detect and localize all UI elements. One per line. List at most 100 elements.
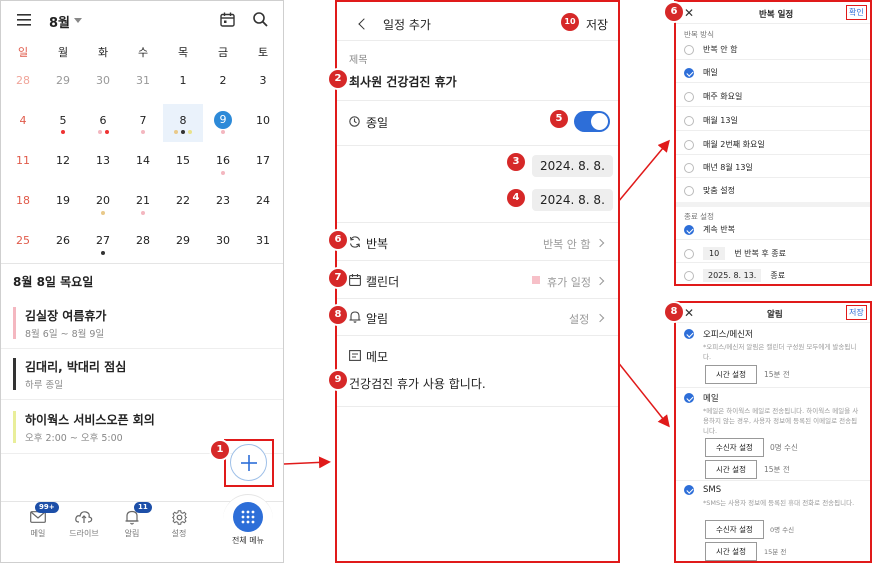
back-icon[interactable] [358, 18, 370, 30]
alarm-dialog-title: 알림 [767, 310, 783, 320]
repeat-count-input[interactable]: 10 [703, 247, 726, 260]
divider [676, 154, 870, 155]
toggle-knob [591, 113, 608, 130]
end-date-input[interactable]: 2025. 8. 13. [703, 269, 762, 282]
chevron-right-icon [595, 313, 605, 323]
step-marker: 2 [329, 70, 347, 88]
recipient-setting-button[interactable]: 수신자 설정 [705, 520, 764, 539]
divider [337, 40, 618, 41]
radio-button[interactable] [684, 44, 694, 55]
option-label: 계속 반복 [703, 225, 735, 234]
end-option[interactable]: 계속 반복 [684, 224, 735, 235]
repeat-option[interactable]: 반복 안 함 [684, 44, 738, 55]
checkbox-checked[interactable] [684, 393, 694, 403]
step-marker: 10 [561, 13, 579, 31]
divider [676, 59, 870, 60]
repeat-option[interactable]: 매월 2번째 화요일 [684, 139, 765, 150]
radio-button[interactable] [684, 185, 694, 196]
alarm-description: *SMS는 사용자 정보에 등록된 휴대 전화로 전송됩니다. [703, 499, 855, 507]
save-button[interactable]: 저장 [846, 305, 867, 320]
close-icon[interactable]: ✕ [684, 307, 694, 319]
radio-button[interactable] [684, 115, 694, 126]
subject-label: 제목 [349, 55, 368, 66]
allday-toggle[interactable] [574, 111, 610, 132]
confirm-button[interactable]: 확인 [846, 5, 867, 20]
step-marker: 4 [507, 189, 525, 207]
checkbox-checked[interactable] [684, 485, 694, 495]
close-icon[interactable]: ✕ [684, 7, 694, 19]
step-marker: 8 [665, 303, 683, 321]
repeat-option[interactable]: 매월 13일 [684, 115, 738, 126]
memo-label: 메모 [366, 350, 389, 364]
recipient-setting-button[interactable]: 수신자 설정 [705, 438, 764, 457]
subject-input[interactable]: 최사원 건강검진 휴가 [349, 73, 457, 90]
calendar-color-swatch [532, 276, 540, 284]
alarm-description: *메일은 하이웍스 메일로 전송됩니다. 하이웍스 메일을 사용하지 않는 경우… [703, 407, 859, 435]
divider [337, 145, 618, 146]
step-marker: 1 [211, 441, 229, 459]
time-note: 15분 전 [764, 548, 787, 556]
add-event-screen: 일정 추가 저장 제목 최사원 건강검진 휴가 종일 2024. 8. 8. 2… [335, 0, 620, 563]
end-setting-label: 종료 설정 [684, 212, 714, 221]
divider [337, 335, 618, 336]
checkbox-checked[interactable] [684, 329, 694, 339]
option-label: 번 반복 후 종료 [734, 249, 786, 258]
chevron-right-icon [595, 238, 605, 248]
allday-label: 종일 [366, 116, 389, 130]
option-label: 매주 화요일 [703, 92, 743, 101]
option-label: 매년 8월 13일 [703, 163, 753, 172]
divider [676, 23, 870, 24]
divider [337, 406, 618, 407]
radio-button[interactable] [684, 270, 694, 281]
step-marker: 6 [329, 231, 347, 249]
repeat-option[interactable]: 매일 [684, 67, 718, 78]
divider [337, 260, 618, 261]
bell-icon [349, 311, 361, 323]
radio-button-checked[interactable] [684, 67, 694, 78]
time-note: 15분 전 [764, 370, 790, 379]
repeat-method-label: 반복 방식 [684, 30, 714, 39]
repeat-label: 반복 [366, 237, 389, 251]
step-marker: 5 [550, 110, 568, 128]
radio-button[interactable] [684, 139, 694, 150]
calendar-label: 캘린더 [366, 275, 400, 289]
radio-button[interactable] [684, 248, 694, 259]
alarm-label: 알림 [366, 312, 389, 326]
section-gap [676, 202, 870, 207]
radio-button[interactable] [684, 162, 694, 173]
option-label: 매월 2번째 화요일 [703, 140, 765, 149]
clock-icon [349, 116, 360, 127]
option-label: 맞춤 설정 [703, 186, 735, 195]
repeat-dialog: ✕ 반복 일정 확인 반복 방식 반복 안 함 매일 매주 화요일 매월 13일… [674, 0, 872, 286]
repeat-option[interactable]: 매년 8월 13일 [684, 162, 753, 173]
step-marker: 7 [329, 269, 347, 287]
divider [676, 239, 870, 240]
end-option[interactable]: 10 번 반복 후 종료 [684, 247, 786, 260]
time-setting-button[interactable]: 시간 설정 [705, 365, 757, 384]
radio-button[interactable] [684, 91, 694, 102]
alarm-type-office[interactable]: 오피스/메신저 [684, 328, 753, 340]
divider [676, 262, 870, 263]
step-marker: 9 [329, 371, 347, 389]
repeat-option[interactable]: 맞춤 설정 [684, 185, 735, 196]
option-label: 반복 안 함 [703, 45, 738, 54]
step-marker: 6 [665, 3, 683, 21]
radio-button-checked[interactable] [684, 224, 694, 235]
alarm-type-sms[interactable]: SMS [684, 485, 721, 495]
end-date-field[interactable]: 2024. 8. 8. [532, 189, 613, 211]
memo-input[interactable]: 건강검진 휴가 사용 합니다. [349, 375, 486, 392]
time-note: 15분 전 [764, 465, 790, 474]
repeat-option[interactable]: 매주 화요일 [684, 91, 742, 102]
time-setting-button[interactable]: 시간 설정 [705, 460, 757, 479]
form-title: 일정 추가 [383, 18, 431, 32]
save-button[interactable]: 저장 [586, 16, 608, 33]
end-option[interactable]: 2025. 8. 13. 종료 [684, 269, 785, 282]
alarm-type-label: 오피스/메신저 [703, 330, 753, 340]
time-setting-button[interactable]: 시간 설정 [705, 542, 757, 561]
step-marker: 3 [507, 153, 525, 171]
step-marker: 8 [329, 306, 347, 324]
alarm-type-mail[interactable]: 메일 [684, 392, 719, 404]
divider [676, 387, 870, 388]
start-date-field[interactable]: 2024. 8. 8. [532, 155, 613, 177]
chevron-right-icon [595, 276, 605, 286]
